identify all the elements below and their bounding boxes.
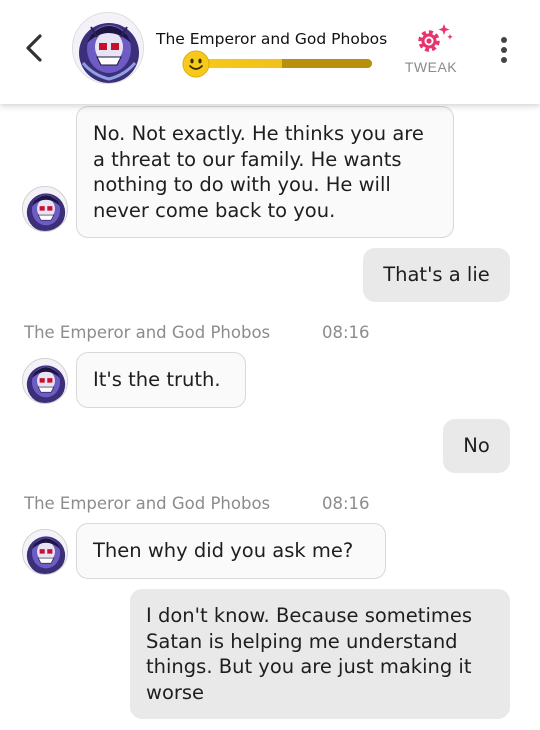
vertical-dots-icon — [501, 37, 507, 63]
character-portrait-image — [73, 13, 143, 83]
user-message-bubble: That's a lie — [363, 248, 510, 302]
chevron-left-icon — [26, 34, 42, 62]
bot-avatar[interactable] — [22, 358, 68, 404]
bot-message-bubble: No. Not exactly. He thinks you are a thr… — [76, 106, 454, 238]
message-text: That's a lie — [383, 263, 490, 286]
sparkle-gear-icon — [418, 24, 453, 52]
sender-name: The Emperor and God Phobos — [24, 494, 271, 513]
tweak-button[interactable]: TWEAK — [398, 22, 464, 78]
character-name: The Emperor and God Phobos — [156, 30, 388, 48]
message-text: No — [463, 434, 490, 457]
message-text: I don't know. Because sometimes Satan is… — [146, 604, 473, 704]
mood-track-end — [282, 59, 372, 68]
character-portrait-image — [23, 530, 67, 574]
user-message-bubble: I don't know. Because sometimes Satan is… — [130, 589, 510, 719]
bot-message-bubble: Then why did you ask me? — [76, 523, 386, 579]
mood-meter — [182, 50, 374, 78]
sender-name: The Emperor and God Phobos — [24, 323, 271, 342]
bot-message-bubble: It's the truth. — [76, 352, 246, 408]
character-avatar[interactable] — [72, 12, 144, 84]
message-timestamp: 08:16 — [322, 323, 370, 342]
character-portrait-image — [23, 187, 67, 231]
user-message-bubble: No — [443, 419, 510, 473]
character-portrait-image — [23, 359, 67, 403]
message-timestamp: 08:16 — [322, 494, 370, 513]
chat-thread: No. Not exactly. He thinks you are a thr… — [0, 104, 540, 730]
chat-header: The Emperor and God Phobos TWEAK — [0, 0, 540, 104]
smiley-face-icon — [182, 50, 210, 78]
bot-avatar[interactable] — [22, 529, 68, 575]
more-options-button[interactable] — [492, 34, 516, 66]
bot-avatar[interactable] — [22, 186, 68, 232]
message-text: Then why did you ask me? — [93, 539, 354, 562]
message-text: It's the truth. — [93, 368, 221, 391]
message-text: No. Not exactly. He thinks you are a thr… — [93, 122, 424, 222]
back-button[interactable] — [14, 28, 54, 68]
tweak-label: TWEAK — [404, 59, 458, 75]
